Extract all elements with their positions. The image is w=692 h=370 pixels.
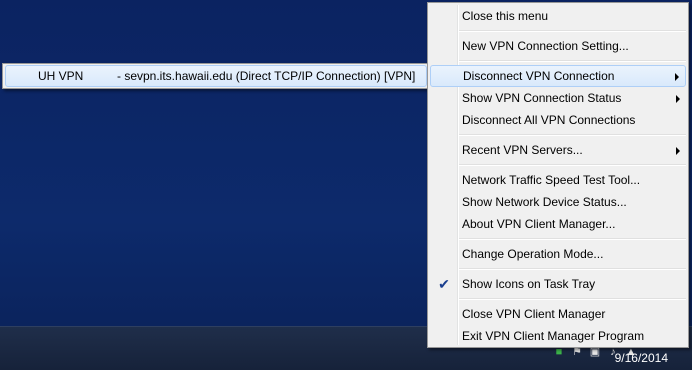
submenu-arrow-icon bbox=[675, 73, 679, 81]
menu-separator bbox=[459, 60, 686, 62]
menu-separator bbox=[459, 30, 686, 32]
vpn-connection-submenu: UH VPN - sevpn.its.hawaii.edu (Direct TC… bbox=[2, 63, 430, 89]
menu-separator bbox=[459, 268, 686, 270]
submenu-arrow-icon bbox=[676, 147, 680, 155]
connection-name: UH VPN bbox=[38, 69, 84, 83]
connection-detail: - sevpn.its.hawaii.edu (Direct TCP/IP Co… bbox=[117, 69, 416, 83]
menu-item-close-manager[interactable]: Close VPN Client Manager bbox=[430, 303, 686, 325]
menu-separator bbox=[459, 134, 686, 136]
menu-item-label: Close VPN Client Manager bbox=[462, 307, 606, 321]
menu-item-label: Disconnect VPN Connection bbox=[463, 69, 615, 83]
menu-item-label: Show VPN Connection Status bbox=[462, 91, 622, 105]
clock-date[interactable]: 9/16/2014 bbox=[615, 351, 668, 365]
menu-item-label: Close this menu bbox=[462, 9, 549, 23]
menu-item-label: Change Operation Mode... bbox=[462, 247, 604, 261]
menu-item-show-connection-status[interactable]: Show VPN Connection Status bbox=[430, 87, 686, 109]
menu-item-show-tray-icons[interactable]: ✔ Show Icons on Task Tray bbox=[430, 273, 686, 295]
menu-item-label: Network Traffic Speed Test Tool... bbox=[462, 173, 641, 187]
submenu-arrow-icon bbox=[676, 95, 680, 103]
menu-item-label: Exit VPN Client Manager Program bbox=[462, 329, 645, 343]
menu-item-label: New VPN Connection Setting... bbox=[462, 39, 629, 53]
menu-separator bbox=[459, 164, 686, 166]
menu-item-disconnect-connection[interactable]: Disconnect VPN Connection bbox=[430, 65, 686, 87]
checkmark-icon: ✔ bbox=[438, 276, 450, 292]
menu-item-close-menu[interactable]: Close this menu bbox=[430, 5, 686, 27]
menu-item-device-status[interactable]: Show Network Device Status... bbox=[430, 191, 686, 213]
menu-item-label: Show Icons on Task Tray bbox=[462, 277, 596, 291]
menu-item-about[interactable]: About VPN Client Manager... bbox=[430, 213, 686, 235]
menu-item-label: Disconnect All VPN Connections bbox=[462, 113, 636, 127]
menu-separator bbox=[459, 298, 686, 300]
menu-item-disconnect-all[interactable]: Disconnect All VPN Connections bbox=[430, 109, 686, 131]
menu-item-label: Recent VPN Servers... bbox=[462, 143, 583, 157]
menu-item-exit-program[interactable]: Exit VPN Client Manager Program bbox=[430, 325, 686, 347]
vpn-tray-context-menu: Close this menu New VPN Connection Setti… bbox=[427, 2, 689, 348]
menu-separator bbox=[459, 238, 686, 240]
menu-item-recent-servers[interactable]: Recent VPN Servers... bbox=[430, 139, 686, 161]
submenu-item-uh-vpn[interactable]: UH VPN - sevpn.its.hawaii.edu (Direct TC… bbox=[5, 65, 427, 87]
menu-item-label: About VPN Client Manager... bbox=[462, 217, 616, 231]
menu-item-speed-test[interactable]: Network Traffic Speed Test Tool... bbox=[430, 169, 686, 191]
menu-item-new-connection-setting[interactable]: New VPN Connection Setting... bbox=[430, 35, 686, 57]
menu-item-label: Show Network Device Status... bbox=[462, 195, 627, 209]
menu-item-change-mode[interactable]: Change Operation Mode... bbox=[430, 243, 686, 265]
